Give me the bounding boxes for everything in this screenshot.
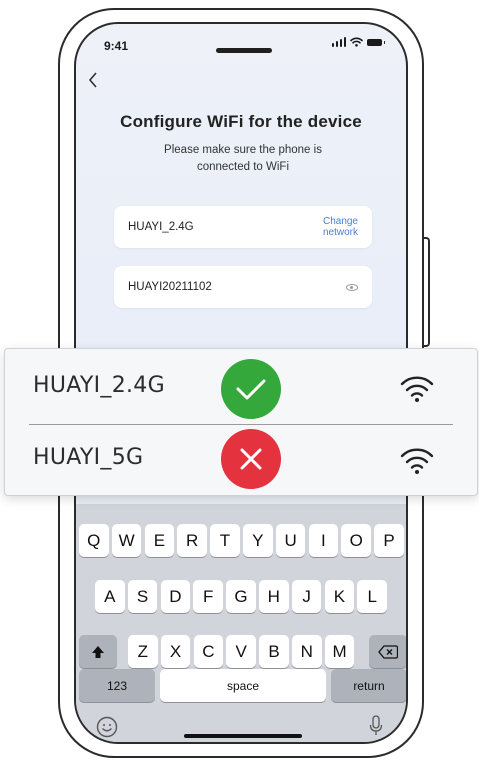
key-c[interactable]: C — [193, 635, 224, 668]
key-n[interactable]: N — [292, 635, 322, 668]
status-time: 9:41 — [104, 39, 129, 53]
key-w[interactable]: W — [111, 524, 142, 557]
backspace-key[interactable] — [369, 635, 406, 668]
backspace-icon — [378, 644, 398, 659]
shift-key[interactable] — [79, 635, 117, 668]
eye-icon[interactable] — [346, 283, 358, 291]
key-o[interactable]: O — [341, 524, 371, 557]
key-m[interactable]: M — [324, 635, 355, 668]
popup-network-label: HUAYI_5G — [33, 445, 144, 470]
key-p[interactable]: P — [374, 524, 404, 557]
popup-network-label: HUAYI_2.4G — [33, 373, 165, 398]
password-value: HUAYI20211102 — [128, 281, 212, 293]
key-d[interactable]: D — [160, 580, 191, 613]
key-j[interactable]: J — [291, 580, 322, 613]
key-h[interactable]: H — [259, 580, 289, 613]
key-l[interactable]: L — [357, 580, 387, 613]
wifi-status-icon — [350, 37, 363, 47]
network-name: HUAYI_2.4G — [128, 221, 194, 233]
key-y[interactable]: Y — [243, 524, 273, 557]
key-b[interactable]: B — [259, 635, 289, 668]
wifi-compatibility-popup: HUAYI_2.4G HUAYI_5G — [4, 348, 478, 496]
shift-icon — [92, 645, 104, 658]
key-k[interactable]: K — [324, 580, 355, 613]
keyboard: QWERTYUIOP ASDFGHJKL ZXCVBNM 123 space r… — [76, 504, 406, 742]
change-network-link[interactable]: Change network — [300, 216, 358, 238]
numbers-key[interactable]: 123 — [79, 669, 155, 702]
key-g[interactable]: G — [226, 580, 256, 613]
space-key[interactable]: space — [160, 669, 326, 702]
key-a[interactable]: A — [95, 580, 125, 613]
key-r[interactable]: R — [177, 524, 207, 557]
battery-icon — [367, 38, 385, 46]
signal-icon — [331, 37, 346, 47]
status-icons — [331, 37, 385, 47]
popup-row-2g: HUAYI_2.4G — [5, 349, 477, 421]
key-t[interactable]: T — [210, 524, 240, 557]
phone-side-button — [424, 237, 430, 347]
return-key[interactable]: return — [331, 669, 406, 702]
speaker-notch — [216, 48, 272, 53]
x-icon — [221, 429, 281, 489]
password-field[interactable]: HUAYI20211102 — [114, 266, 372, 308]
key-f[interactable]: F — [193, 580, 223, 613]
key-v[interactable]: V — [226, 635, 256, 668]
key-z[interactable]: Z — [128, 635, 158, 668]
page-title: Configure WiFi for the device — [120, 112, 362, 131]
network-field[interactable]: HUAYI_2.4G Change network — [114, 206, 372, 248]
wifi-icon — [399, 445, 435, 480]
check-icon — [221, 359, 281, 419]
back-arrow-icon[interactable] — [88, 70, 98, 92]
key-i[interactable]: I — [308, 524, 339, 557]
key-s[interactable]: S — [127, 580, 158, 613]
wifi-icon — [399, 373, 435, 408]
page-subtitle: Please make sure the phone is connected … — [164, 144, 322, 173]
home-indicator — [184, 734, 302, 738]
emoji-icon[interactable] — [96, 716, 118, 742]
microphone-icon[interactable] — [368, 715, 384, 742]
key-u[interactable]: U — [275, 524, 306, 557]
key-x[interactable]: X — [160, 635, 191, 668]
popup-row-5g: HUAYI_5G — [5, 421, 477, 493]
key-q[interactable]: Q — [79, 524, 109, 557]
key-e[interactable]: E — [144, 524, 175, 557]
